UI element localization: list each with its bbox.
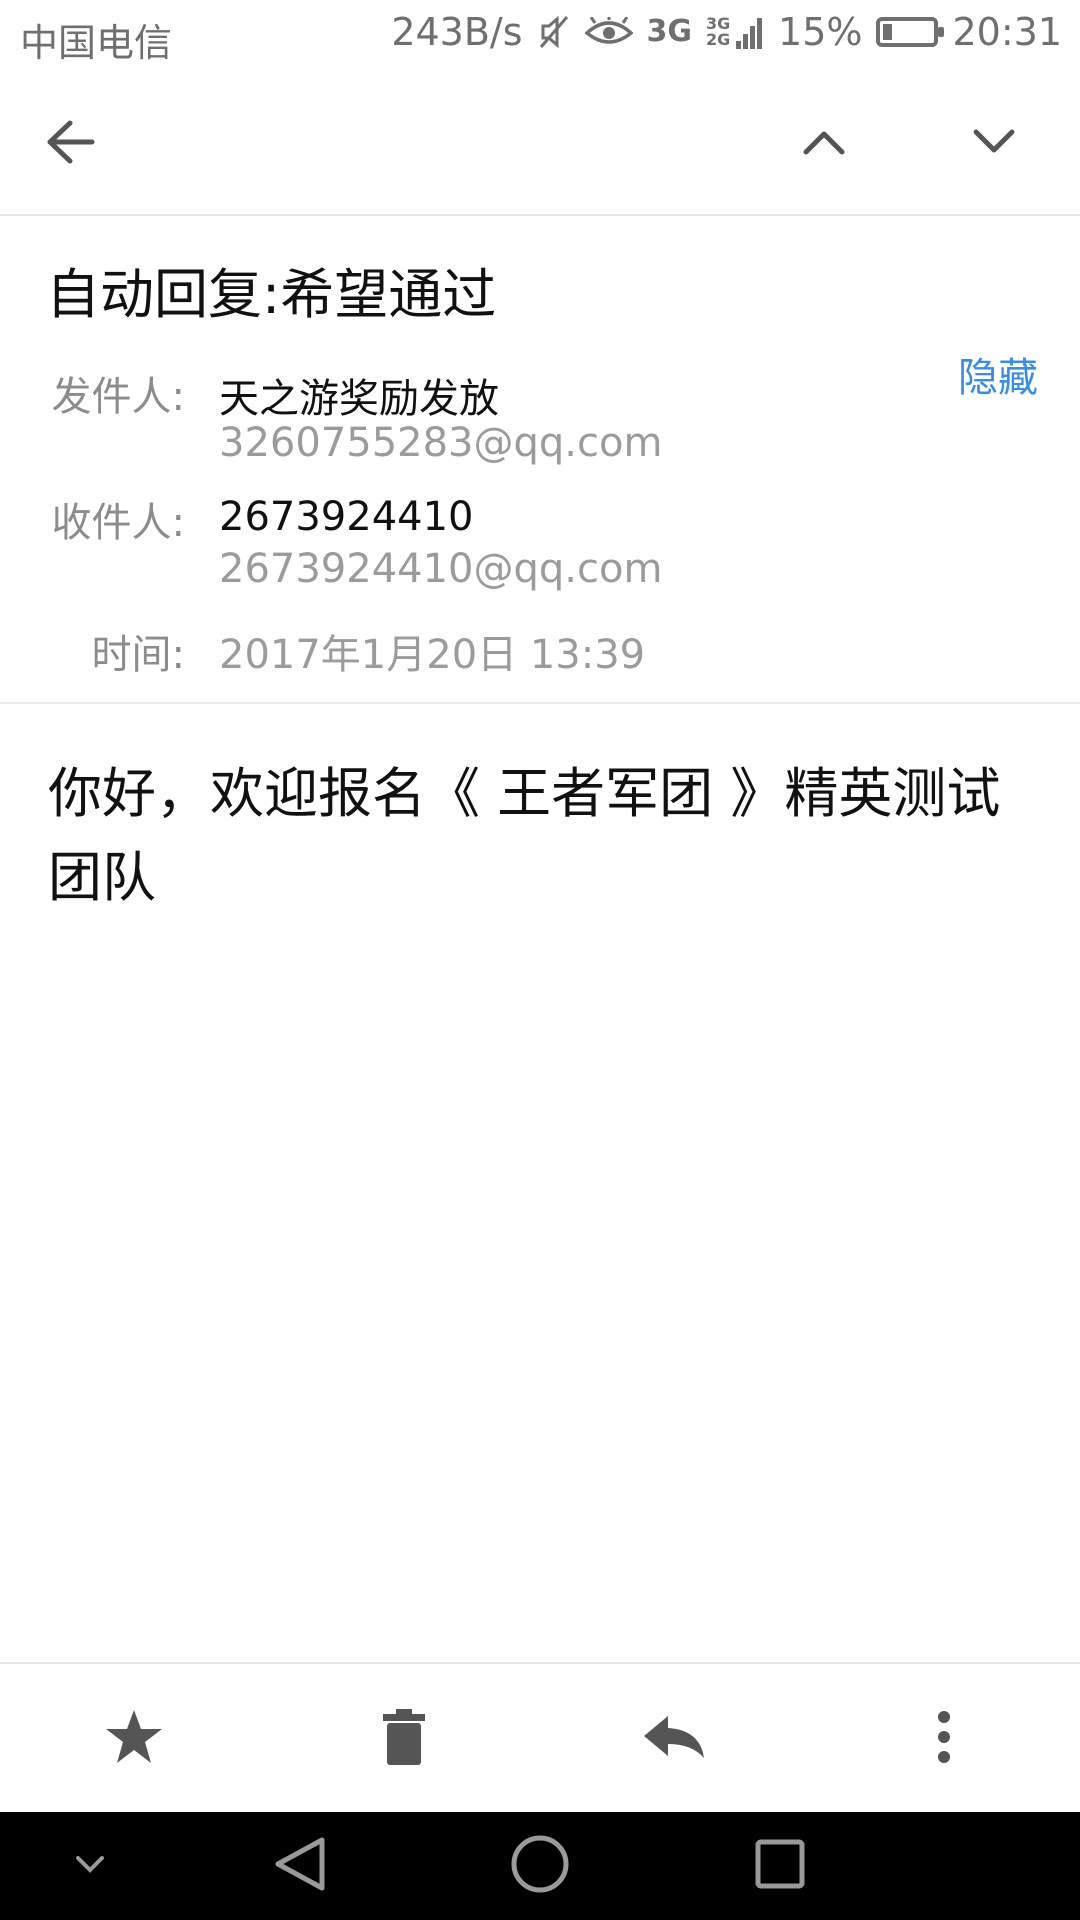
eye-icon [584, 17, 633, 47]
chevron-up-icon [802, 128, 846, 160]
reply-button[interactable] [624, 1689, 724, 1789]
delete-button[interactable] [354, 1689, 454, 1789]
clock: 20:31 [952, 10, 1062, 54]
hide-details-link[interactable]: 隐藏 [958, 345, 1038, 403]
to-label: 收件人: [51, 500, 185, 546]
back-button[interactable] [20, 94, 120, 194]
recipient-name[interactable]: 2673924410 [219, 494, 474, 540]
carrier-name: 中国电信 [20, 21, 173, 65]
chevron-down-icon [972, 128, 1016, 160]
signal-icon: 3G 2G [706, 15, 764, 49]
arrow-left-icon [44, 119, 96, 169]
email-body: 你好，欢迎报名《 王者军团 》精英测试团队 [48, 762, 1001, 909]
nav-recents-button[interactable] [730, 1822, 830, 1910]
battery-icon [876, 17, 945, 47]
reply-icon [642, 1714, 706, 1764]
network-3g2g-label: 3G 2G [706, 14, 731, 49]
sender-address[interactable]: 3260755283@qq.com [219, 420, 662, 466]
status-bar: 中国电信 243B/s 3G 3G 2G 15% 20:31 [0, 0, 1080, 74]
battery-percent: 15% [778, 10, 863, 54]
network-3g-icon: 3G [646, 14, 693, 49]
square-recents-icon [754, 1838, 806, 1894]
more-options-button[interactable] [894, 1689, 994, 1789]
chevron-down-icon [75, 1855, 105, 1877]
star-button[interactable] [84, 1689, 184, 1789]
next-email-button[interactable] [944, 94, 1044, 194]
triangle-back-icon [274, 1836, 326, 1896]
nav-back-button[interactable] [250, 1822, 350, 1910]
star-icon [104, 1708, 164, 1770]
battery-fill [883, 24, 892, 40]
email-action-toolbar [0, 1662, 1080, 1814]
header-divider [0, 702, 1080, 704]
trash-icon [382, 1709, 426, 1769]
nav-collapse-button[interactable] [40, 1822, 140, 1910]
sender-name[interactable]: 天之游奖励发放 [219, 366, 499, 424]
previous-email-button[interactable] [774, 94, 874, 194]
sent-time: 2017年1月20日 13:39 [219, 632, 646, 678]
app-bar [0, 74, 1080, 216]
more-vertical-icon [937, 1711, 951, 1767]
time-label: 时间: [91, 632, 185, 678]
mute-icon [537, 14, 571, 50]
recipient-address[interactable]: 2673924410@qq.com [219, 546, 662, 592]
nav-home-button[interactable] [490, 1822, 590, 1910]
circle-home-icon [510, 1834, 570, 1898]
system-navigation-bar [0, 1812, 1080, 1920]
from-label: 发件人: [51, 374, 185, 420]
net-speed: 243B/s [391, 10, 523, 54]
status-icons: 243B/s 3G 3G 2G 15% 20:31 [391, 10, 1062, 54]
email-subject: 自动回复:希望通过 [46, 263, 497, 326]
